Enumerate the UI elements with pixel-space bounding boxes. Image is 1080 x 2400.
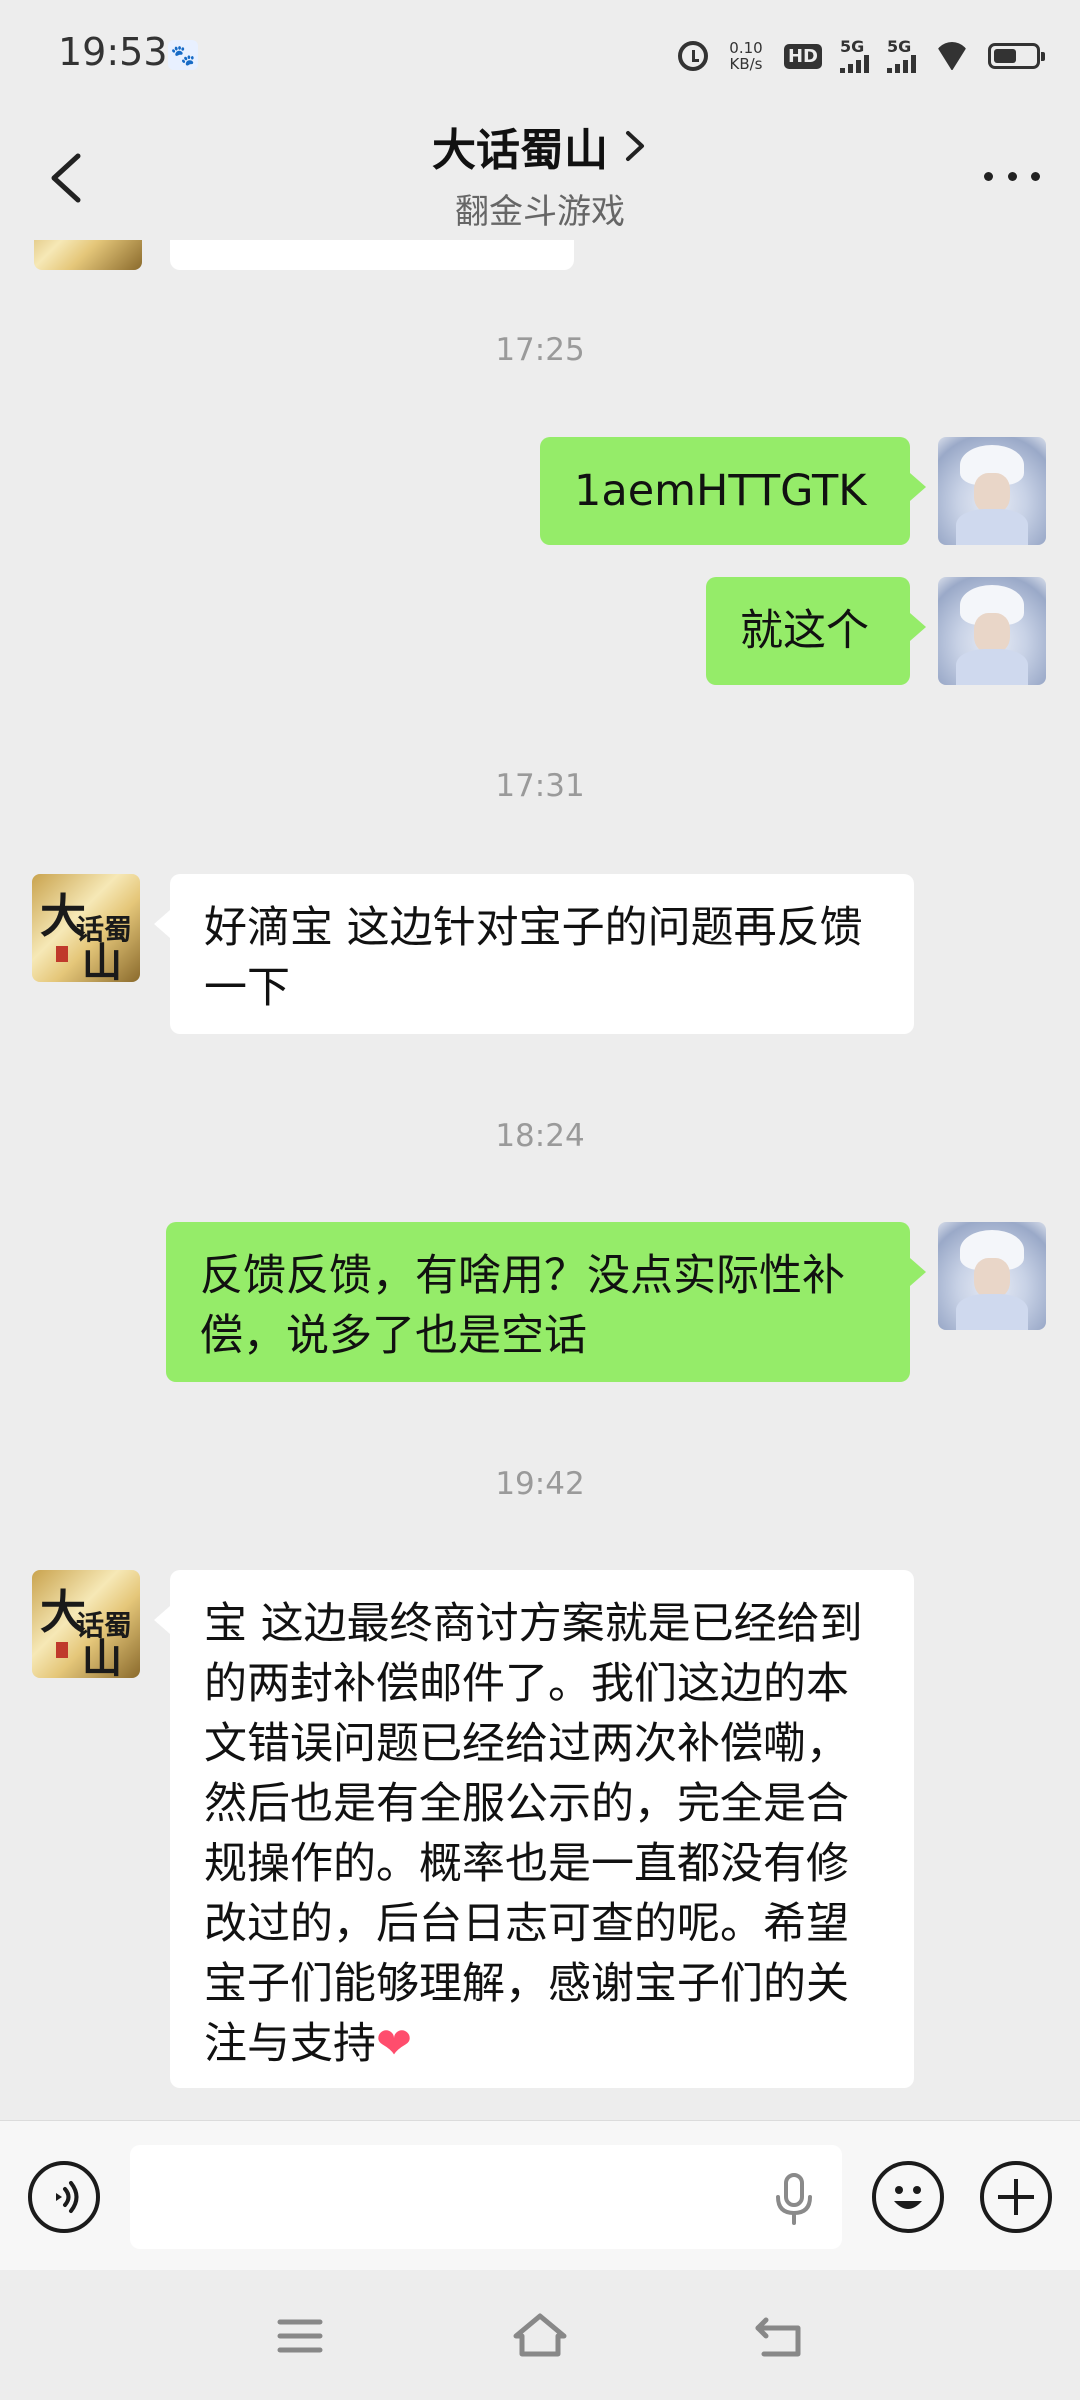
menu-icon[interactable] [270, 2306, 330, 2366]
message-bubble-outgoing[interactable]: 反馈反馈，有啥用？没点实际性补偿，说多了也是空话 [166, 1222, 926, 1382]
message-text: 就这个 [740, 606, 869, 656]
user-avatar[interactable] [938, 437, 1046, 545]
contact-avatar[interactable]: 大话蜀山 [32, 1570, 140, 1678]
add-attachment-button[interactable] [980, 2161, 1052, 2233]
battery-icon [988, 43, 1045, 69]
baidu-icon: 🐾 [168, 40, 198, 70]
message-bubble-incoming[interactable]: 好滴宝 这边针对宝子的问题再反馈一下 [154, 874, 914, 1034]
contact-avatar[interactable]: 大话蜀山 [32, 874, 140, 982]
message-bubble-outgoing[interactable]: 1aemHTTGTK [540, 437, 926, 545]
microphone-icon[interactable] [768, 2171, 820, 2227]
wifi-icon [934, 42, 970, 70]
user-avatar[interactable] [938, 1222, 1046, 1330]
back-nav-icon[interactable] [750, 2306, 810, 2366]
chat-messages[interactable]: 17:25 1aemHTTGTK 就这个 17:31 大话蜀山 好滴宝 这边针对… [0, 240, 1080, 2120]
home-icon[interactable] [510, 2306, 570, 2366]
input-bar [0, 2120, 1080, 2271]
chat-title-text: 大话蜀山 [432, 125, 608, 176]
voice-icon [56, 2181, 79, 2213]
voice-mode-button[interactable] [28, 2161, 100, 2233]
message-bubble-outgoing[interactable]: 就这个 [706, 577, 926, 685]
signal-label-1: 5G [840, 37, 865, 56]
timestamp: 18:24 [495, 1118, 585, 1154]
chat-header: 大话蜀山 翻金斗游戏 [0, 110, 1080, 240]
timestamp: 19:42 [495, 1466, 585, 1502]
message-text: 1aemHTTGTK [574, 466, 867, 516]
message-input[interactable] [130, 2145, 842, 2249]
message-text: 宝 这边最终商讨方案就是已经给到的两封补偿邮件了。我们这边的本文错误问题已经给过… [204, 1599, 863, 2069]
heart-emoji: ❤ [376, 2019, 413, 2069]
chat-subtitle: 翻金斗游戏 [455, 192, 625, 232]
status-icons: 0.10 KB/s HD 5G 5G [677, 36, 1045, 76]
emoji-button[interactable] [872, 2161, 944, 2233]
chevron-right-icon [626, 131, 644, 161]
more-options-icon[interactable] [984, 164, 1040, 188]
user-avatar[interactable] [938, 577, 1046, 685]
signal-icon: 5G [887, 39, 916, 73]
smiley-icon [894, 2186, 922, 2209]
network-speed-unit: KB/s [729, 55, 763, 73]
chat-title-area[interactable]: 大话蜀山 翻金斗游戏 [0, 114, 1080, 233]
hd-icon: HD [783, 43, 822, 69]
chat-title[interactable]: 大话蜀山 [432, 114, 648, 178]
message-text: 好滴宝 这边针对宝子的问题再反馈一下 [204, 903, 863, 1013]
message-text: 反馈反馈，有啥用？没点实际性补偿，说多了也是空话 [200, 1251, 845, 1361]
status-time: 19:53 [58, 30, 168, 74]
network-speed: 0.10 KB/s [726, 40, 766, 72]
system-nav-bar [0, 2270, 1080, 2400]
message-bubble-partial[interactable] [170, 240, 574, 270]
signal-label-2: 5G [887, 37, 912, 56]
message-bubble-incoming[interactable]: 宝 这边最终商讨方案就是已经给到的两封补偿邮件了。我们这边的本文错误问题已经给过… [154, 1570, 914, 2088]
timestamp: 17:31 [495, 768, 585, 804]
status-bar: 19:53 🐾 0.10 KB/s HD 5G 5G [0, 0, 1080, 110]
signal-icon: 5G [840, 39, 869, 73]
timestamp: 17:25 [495, 332, 585, 368]
alarm-icon [677, 41, 708, 71]
contact-avatar[interactable] [34, 240, 142, 270]
